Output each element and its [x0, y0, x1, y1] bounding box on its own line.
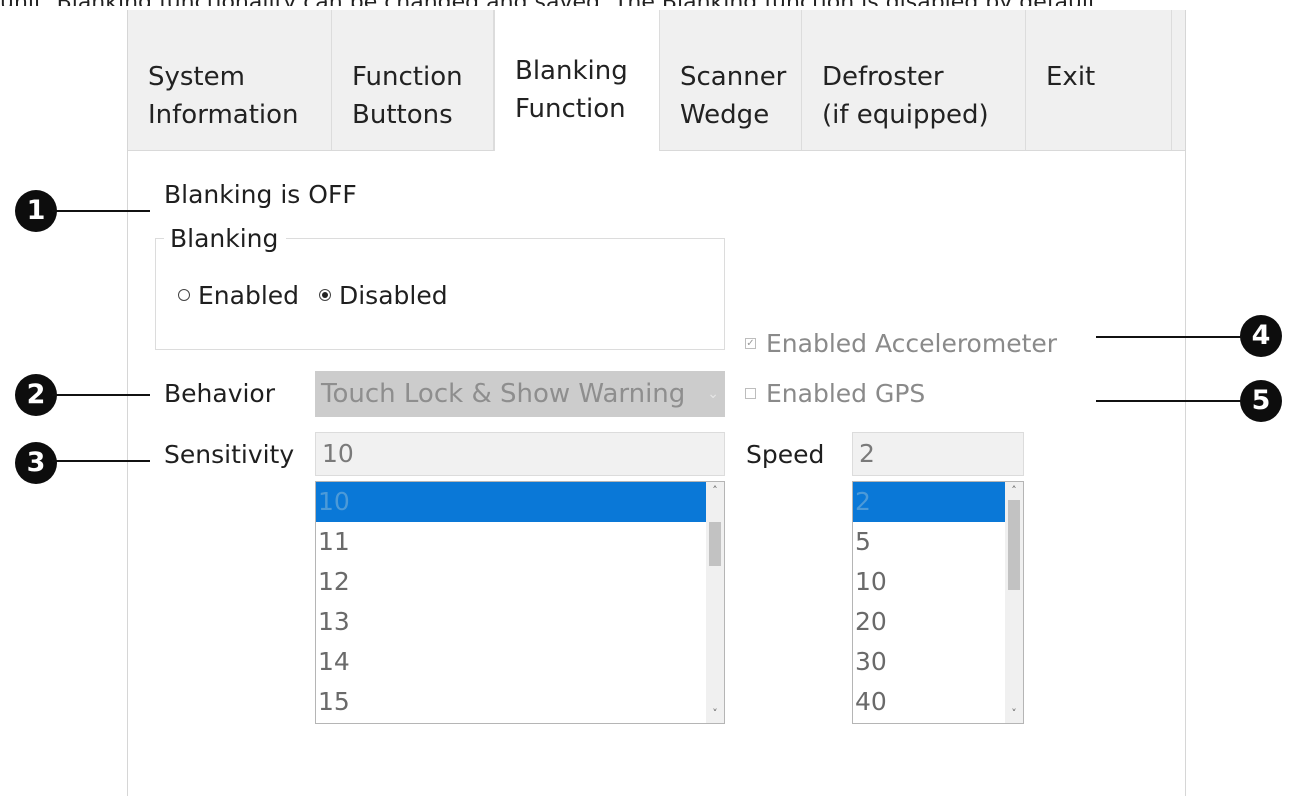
behavior-label: Behavior	[164, 379, 276, 408]
blanking-radio-group: Enabled Disabled	[178, 281, 460, 310]
sensitivity-listbox[interactable]: 10 11 12 13 14 15 ˄ ˅	[315, 481, 725, 724]
enabled-radio-label: Enabled	[198, 281, 300, 310]
leader-line	[1096, 336, 1242, 338]
tab-blanking-function[interactable]: Blanking Function	[494, 10, 660, 151]
checkbox-checked-icon: ✓	[745, 337, 756, 349]
list-item[interactable]: 40	[853, 682, 1005, 722]
sensitivity-value: 10	[322, 439, 354, 468]
callout-3: 3	[15, 442, 57, 484]
callout-2: 2	[15, 374, 57, 416]
list-item[interactable]: 10	[316, 482, 706, 522]
tab-label: (if equipped)	[822, 100, 989, 130]
speed-label: Speed	[746, 440, 825, 469]
speed-scrollbar[interactable]: ˄ ˅	[1005, 482, 1023, 723]
list-item[interactable]: 2	[853, 482, 1005, 522]
leader-line	[52, 394, 150, 396]
gps-checkbox[interactable]: Enabled GPS	[745, 379, 925, 408]
callout-4: 4	[1240, 315, 1282, 357]
behavior-dropdown[interactable]: Touch Lock & Show Warning ⌄	[315, 371, 725, 417]
list-item[interactable]: 5	[853, 522, 1005, 562]
accelerometer-checkbox[interactable]: ✓ Enabled Accelerometer	[745, 329, 1057, 358]
tab-label: System	[148, 62, 245, 92]
blanking-status-text: Blanking is OFF	[164, 180, 357, 209]
leader-line	[52, 460, 150, 462]
tab-label: Exit	[1046, 62, 1096, 92]
tab-label: Blanking	[515, 56, 628, 86]
tab-label: Information	[148, 100, 299, 130]
disabled-radio[interactable]: Disabled	[318, 281, 448, 310]
tab-label: Wedge	[680, 100, 770, 130]
leader-line	[1096, 400, 1242, 402]
tab-label: Scanner	[680, 62, 787, 92]
list-item[interactable]: 13	[316, 602, 706, 642]
tab-function-buttons[interactable]: Function Buttons	[332, 10, 494, 150]
tab-scanner-wedge[interactable]: Scanner Wedge	[660, 10, 802, 150]
tab-bar: System Information Function Buttons Blan…	[128, 10, 1185, 151]
list-item[interactable]: 14	[316, 642, 706, 682]
list-item[interactable]: 12	[316, 562, 706, 602]
radio-selected-icon	[318, 289, 331, 301]
radio-unselected-icon	[178, 289, 190, 301]
callout-5: 5	[1240, 380, 1282, 422]
scrollbar-thumb[interactable]	[709, 522, 721, 566]
tab-label: Defroster	[822, 62, 944, 92]
blanking-group-title: Blanking	[164, 224, 287, 253]
behavior-value: Touch Lock & Show Warning	[321, 379, 686, 409]
gps-label: Enabled GPS	[766, 379, 926, 408]
tab-label: Buttons	[352, 100, 453, 130]
scroll-up-icon[interactable]: ˄	[706, 482, 724, 500]
tab-system-information[interactable]: System Information	[128, 10, 332, 150]
enabled-radio[interactable]: Enabled	[178, 281, 299, 310]
speed-value: 2	[859, 439, 875, 468]
list-item[interactable]: 30	[853, 642, 1005, 682]
tab-label: Function	[352, 62, 463, 92]
list-item[interactable]: 11	[316, 522, 706, 562]
callout-1: 1	[15, 190, 57, 232]
sensitivity-field[interactable]: 10	[315, 432, 725, 476]
tab-defroster[interactable]: Defroster (if equipped)	[802, 10, 1026, 150]
list-item[interactable]: 20	[853, 602, 1005, 642]
tab-exit[interactable]: Exit	[1026, 10, 1172, 150]
sensitivity-scrollbar[interactable]: ˄ ˅	[706, 482, 724, 723]
disabled-radio-label: Disabled	[338, 281, 448, 310]
list-item[interactable]: 10	[853, 562, 1005, 602]
speed-field[interactable]: 2	[852, 432, 1024, 476]
leader-line	[52, 210, 150, 212]
list-item[interactable]: 15	[316, 682, 706, 722]
chevron-down-icon: ⌄	[707, 386, 719, 402]
scroll-down-icon[interactable]: ˅	[706, 705, 724, 723]
sensitivity-label: Sensitivity	[164, 440, 295, 469]
speed-listbox[interactable]: 2 5 10 20 30 40 ˄ ˅	[852, 481, 1024, 724]
accelerometer-label: Enabled Accelerometer	[766, 329, 1058, 358]
tab-label: Function	[515, 94, 626, 124]
checkbox-unchecked-icon	[745, 387, 756, 399]
top-cut-text: unit, Blanking functionality can be chan…	[0, 0, 1296, 6]
scroll-down-icon[interactable]: ˅	[1005, 705, 1023, 723]
scrollbar-thumb[interactable]	[1008, 500, 1020, 590]
scroll-up-icon[interactable]: ˄	[1005, 482, 1023, 500]
